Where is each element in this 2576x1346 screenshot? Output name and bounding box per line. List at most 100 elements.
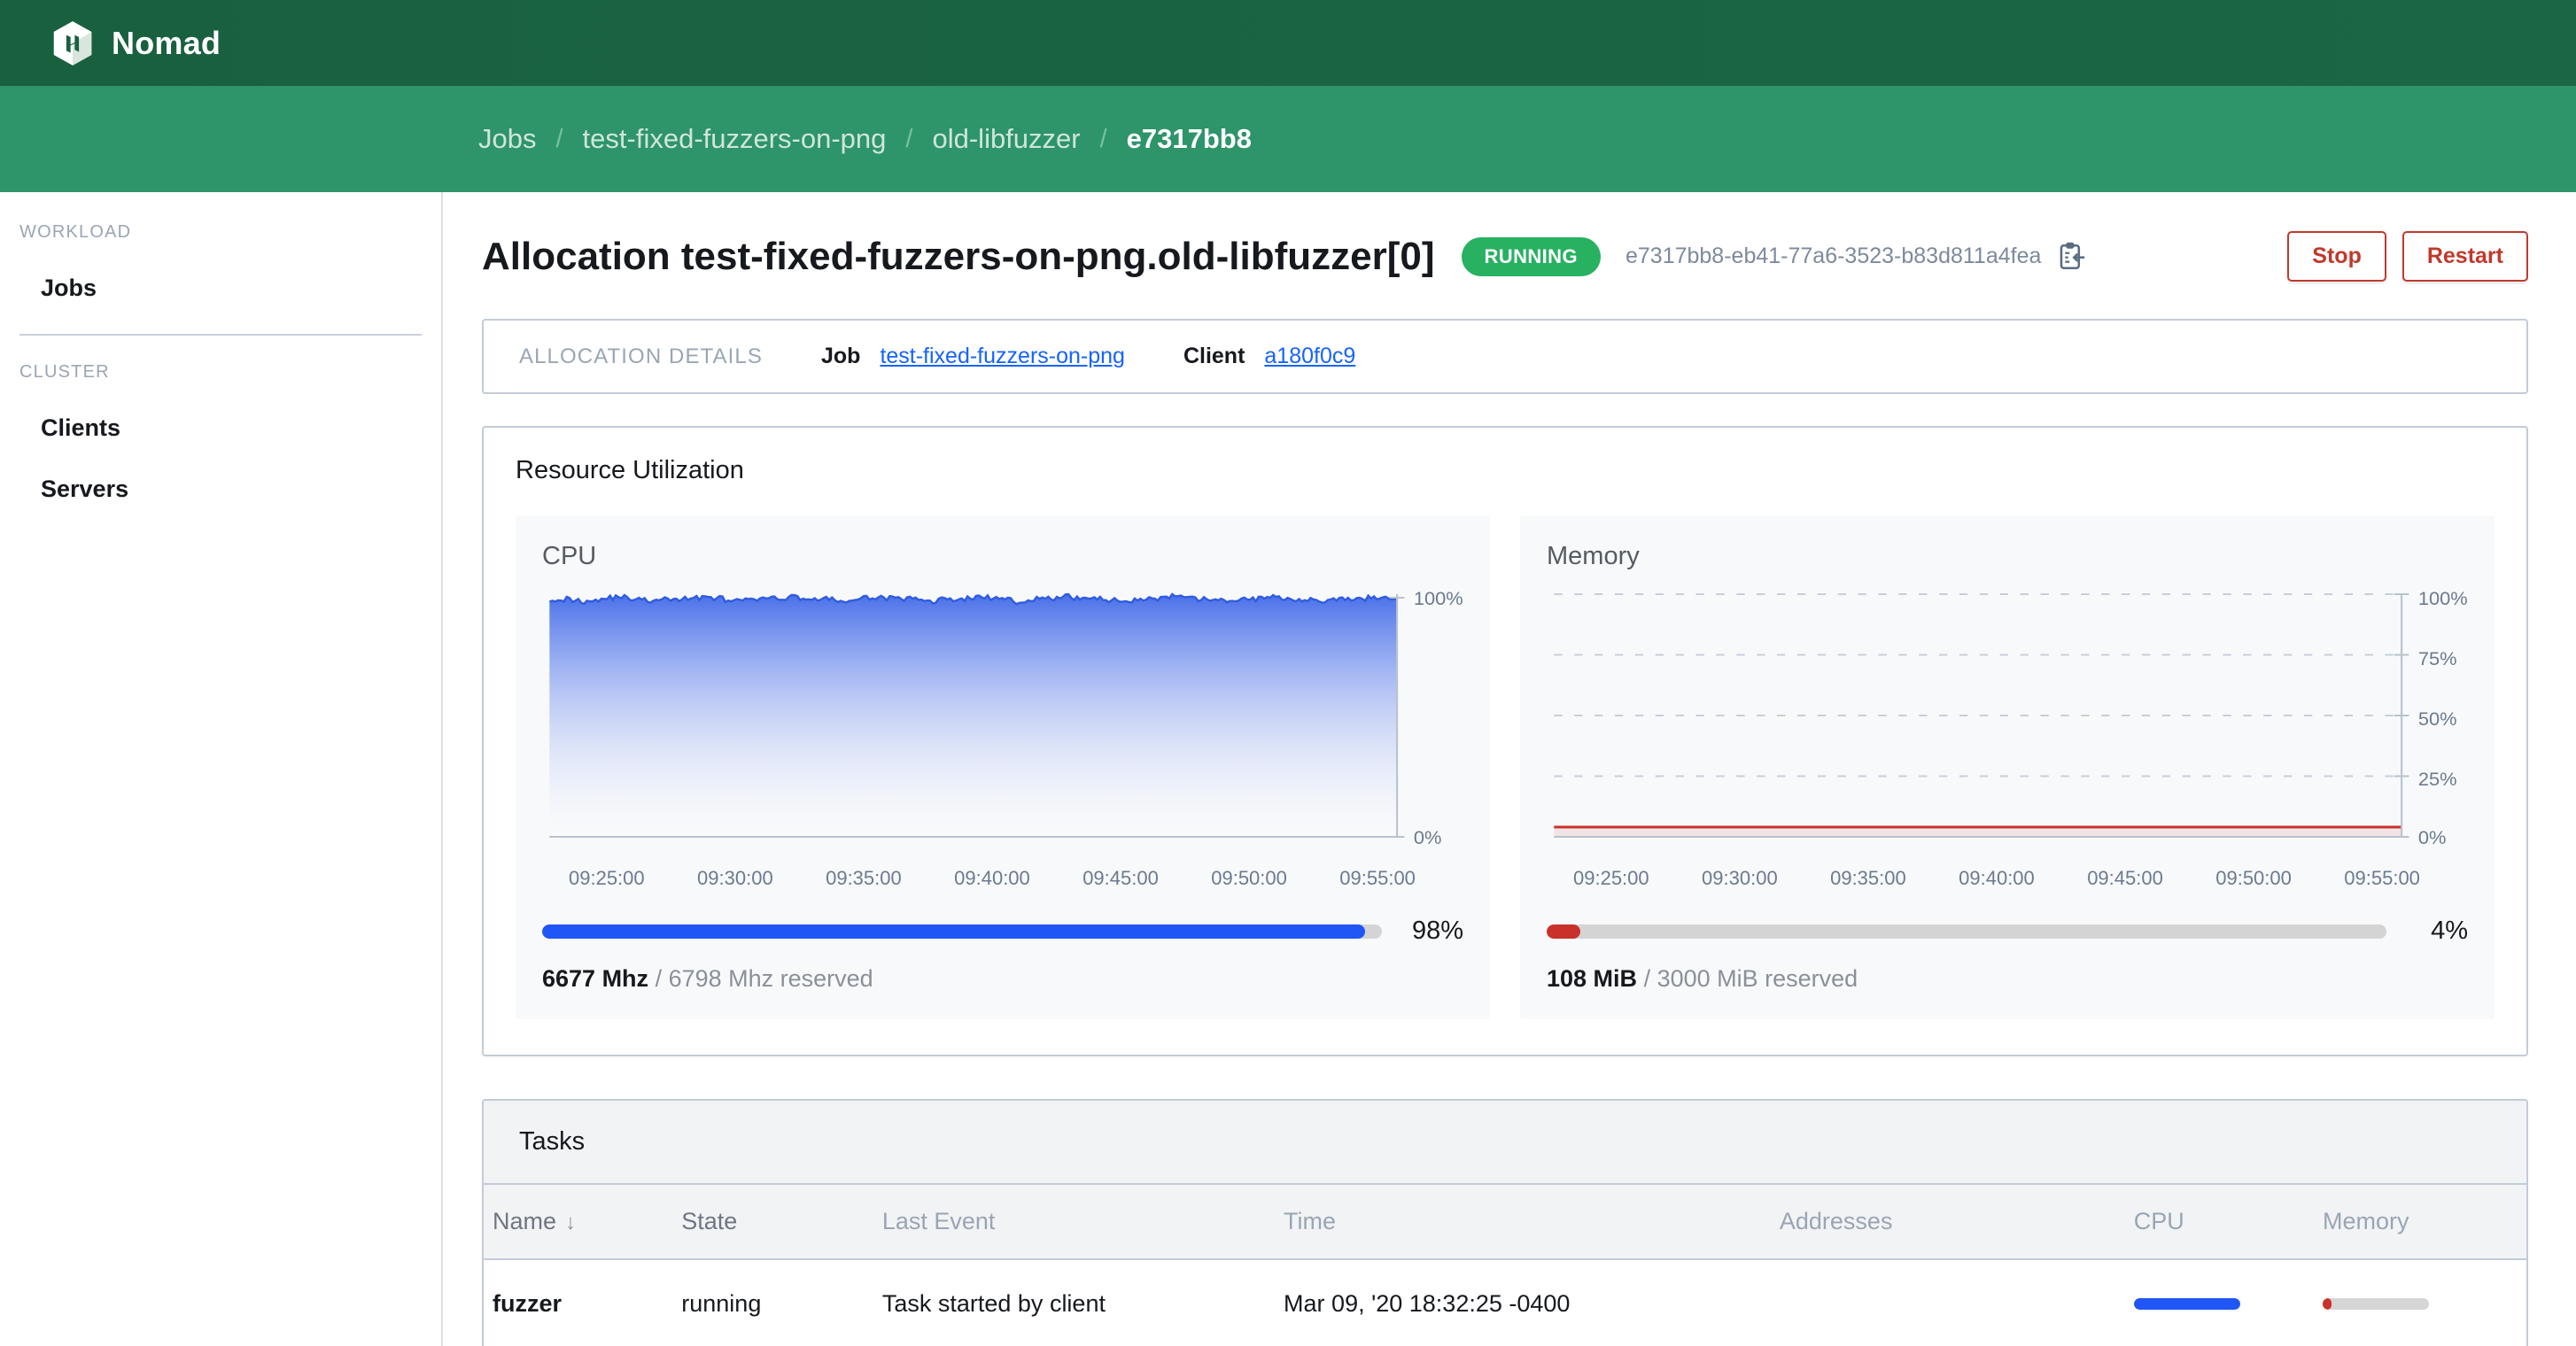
memory-ytick-0: 0% bbox=[2418, 827, 2447, 848]
job-label: Job bbox=[820, 344, 861, 368]
breadcrumb-separator: / bbox=[1099, 124, 1107, 153]
memory-progress-row: 4% bbox=[1547, 917, 2468, 946]
page-header: Allocation test-fixed-fuzzers-on-png.old… bbox=[482, 231, 2528, 282]
sidebar-divider bbox=[19, 334, 422, 336]
cpu-xtick-0: 09:25:00 bbox=[569, 867, 645, 889]
tasks-table-header-row: Name ↓ State Last Event Time Addresses CP… bbox=[484, 1185, 2526, 1260]
brand-name: Nomad bbox=[112, 24, 221, 61]
cpu-xtick-1: 09:30:00 bbox=[697, 867, 773, 889]
breadcrumb-separator: / bbox=[555, 124, 563, 153]
sidebar-section-workload-title: WORKLOAD bbox=[19, 222, 132, 242]
column-header-last-event: Last Event bbox=[873, 1185, 1276, 1260]
memory-chart-xaxis: 09:25:00 09:30:00 09:35:00 09:40:00 09:4… bbox=[1547, 858, 2468, 890]
cpu-xtick-6: 09:55:00 bbox=[1339, 867, 1416, 889]
tasks-card: Tasks Name ↓ State Last Event Time Addres… bbox=[482, 1099, 2528, 1346]
memory-mini-bar-track bbox=[2323, 1298, 2430, 1310]
memory-xtick-5: 09:50:00 bbox=[2215, 867, 2292, 889]
restart-button[interactable]: Restart bbox=[2401, 231, 2528, 282]
page-title: Allocation test-fixed-fuzzers-on-png.old… bbox=[482, 234, 1435, 278]
table-row[interactable]: fuzzer running Task started by client Ma… bbox=[484, 1259, 2526, 1346]
tasks-table: Name ↓ State Last Event Time Addresses CP… bbox=[484, 1185, 2526, 1346]
main-content: Allocation test-fixed-fuzzers-on-png.old… bbox=[443, 192, 2576, 1346]
memory-xtick-3: 09:40:00 bbox=[1959, 867, 2035, 889]
cpu-progress-row: 98% bbox=[542, 917, 1463, 946]
resource-utilization-title: Resource Utilization bbox=[516, 456, 744, 484]
column-header-cpu: CPU bbox=[2124, 1185, 2315, 1260]
sidebar-item-servers[interactable]: Servers bbox=[0, 467, 441, 512]
memory-chart-plot[interactable]: 100% 75% 50% 25% 0% bbox=[1547, 591, 2468, 856]
client-label: Client bbox=[1183, 344, 1245, 368]
cell-time: Mar 09, '20 18:32:25 -0400 bbox=[1284, 1290, 1571, 1317]
column-header-time: Time bbox=[1275, 1185, 1771, 1260]
memory-usage-caption: 108 MiB / 3000 MiB reserved bbox=[1547, 965, 2468, 993]
sidebar-item-clients[interactable]: Clients bbox=[0, 406, 441, 451]
sidebar: WORKLOAD Jobs CLUSTER Clients Servers bbox=[0, 192, 443, 1346]
allocation-details-bar: ALLOCATION DETAILS Job test-fixed-fuzzer… bbox=[482, 319, 2528, 394]
sidebar-item-jobs[interactable]: Jobs bbox=[0, 266, 441, 311]
cpu-mini-bar-track bbox=[2133, 1298, 2240, 1310]
column-header-addresses: Addresses bbox=[1770, 1185, 2125, 1260]
status-badge: RUNNING bbox=[1461, 236, 1601, 276]
cpu-mini-bar-fill bbox=[2133, 1298, 2240, 1310]
memory-xtick-2: 09:35:00 bbox=[1830, 867, 1906, 889]
cpu-xtick-5: 09:50:00 bbox=[1211, 867, 1287, 889]
clipboard-copy-icon[interactable] bbox=[2057, 242, 2087, 272]
cpu-xtick-3: 09:40:00 bbox=[954, 867, 1030, 889]
cpu-percent-label: 98% bbox=[1411, 917, 1463, 945]
breadcrumb-item-job[interactable]: test-fixed-fuzzers-on-png bbox=[583, 123, 887, 155]
column-header-state[interactable]: State bbox=[672, 1185, 873, 1260]
cpu-progress-fill bbox=[542, 924, 1366, 939]
memory-chart-panel: Memory 100% 75% 50% 25% 0% 09:25:00 09:3… bbox=[1520, 515, 2495, 1019]
memory-chart-title: Memory bbox=[1547, 542, 1640, 570]
cell-cpu bbox=[2125, 1259, 2314, 1346]
column-header-name-label: Name bbox=[493, 1208, 557, 1234]
memory-xtick-6: 09:55:00 bbox=[2344, 867, 2420, 889]
memory-progress-fill bbox=[1547, 924, 1580, 939]
tasks-title: Tasks bbox=[484, 1101, 2526, 1185]
cpu-used-value: 6677 Mhz bbox=[542, 965, 649, 992]
top-navigation-bar: Nomad bbox=[0, 0, 2576, 86]
memory-xtick-0: 09:25:00 bbox=[1573, 867, 1649, 889]
memory-ytick-75: 75% bbox=[2418, 648, 2457, 669]
memory-ytick-100: 100% bbox=[2418, 591, 2468, 609]
breadcrumb-item-task-group[interactable]: old-libfuzzer bbox=[932, 123, 1080, 155]
memory-ytick-50: 50% bbox=[2418, 708, 2457, 730]
cpu-chart-title: CPU bbox=[542, 542, 597, 570]
cpu-xtick-2: 09:35:00 bbox=[826, 867, 902, 889]
memory-mini-bar-fill bbox=[2323, 1298, 2332, 1310]
column-header-memory: Memory bbox=[2314, 1185, 2526, 1260]
cell-task-state: running bbox=[681, 1290, 762, 1317]
breadcrumb-separator: / bbox=[905, 124, 913, 153]
nomad-hexagon-logo[interactable] bbox=[51, 20, 94, 66]
cell-last-event: Task started by client bbox=[881, 1290, 1106, 1317]
breadcrumb-item-jobs[interactable]: Jobs bbox=[478, 123, 536, 155]
job-link[interactable]: test-fixed-fuzzers-on-png bbox=[880, 344, 1125, 369]
cpu-chart-xaxis: 09:25:00 09:30:00 09:35:00 09:40:00 09:4… bbox=[542, 858, 1463, 890]
memory-used-value: 108 MiB bbox=[1547, 965, 1638, 992]
sidebar-section-cluster-title: CLUSTER bbox=[19, 362, 110, 382]
cpu-chart-plot[interactable]: 100% 0% bbox=[542, 591, 1463, 856]
cpu-xtick-4: 09:45:00 bbox=[1082, 867, 1159, 889]
allocation-id: e7317bb8-eb41-77a6-3523-b83d811a4fea bbox=[1625, 244, 2042, 268]
column-header-name[interactable]: Name ↓ bbox=[484, 1185, 673, 1260]
memory-percent-label: 4% bbox=[2431, 917, 2468, 945]
cell-memory bbox=[2314, 1259, 2526, 1346]
memory-reserved-value: / 3000 MiB reserved bbox=[1643, 965, 1858, 992]
sort-descending-icon[interactable]: ↓ bbox=[565, 1211, 576, 1235]
memory-xtick-4: 09:45:00 bbox=[2087, 867, 2163, 889]
cpu-ytick-0: 0% bbox=[1414, 827, 1442, 848]
breadcrumb: Jobs / test-fixed-fuzzers-on-png / old-l… bbox=[0, 86, 2576, 192]
cpu-progress-track bbox=[542, 924, 1382, 939]
cpu-chart-panel: CPU 100% 0% 09:25:00 09:30:00 09:35:00 0… bbox=[516, 515, 1490, 1019]
breadcrumb-item-allocation[interactable]: e7317bb8 bbox=[1127, 123, 1252, 155]
memory-ytick-25: 25% bbox=[2418, 769, 2457, 790]
cpu-ytick-100: 100% bbox=[1414, 591, 1463, 609]
cpu-reserved-value: / 6798 Mhz reserved bbox=[655, 965, 873, 992]
cell-addresses bbox=[1771, 1259, 2125, 1346]
cell-task-name: fuzzer bbox=[493, 1290, 563, 1317]
memory-progress-track bbox=[1547, 924, 2386, 939]
client-link[interactable]: a180f0c9 bbox=[1264, 344, 1355, 369]
memory-xtick-1: 09:30:00 bbox=[1702, 867, 1778, 889]
allocation-details-label: ALLOCATION DETAILS bbox=[519, 344, 763, 368]
stop-button[interactable]: Stop bbox=[2287, 231, 2386, 282]
